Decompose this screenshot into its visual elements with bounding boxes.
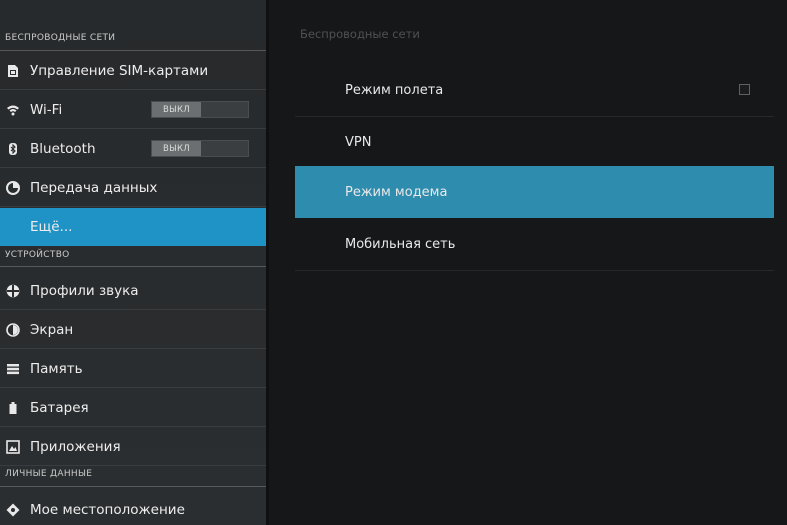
sidebar-item-display[interactable]: Экран <box>0 311 266 349</box>
toggle-knob: ВЫКЛ <box>152 102 201 117</box>
sidebar-item-label: Bluetooth <box>30 140 96 157</box>
sidebar-item-label: Управление SIM-картами <box>30 62 209 79</box>
bluetooth-icon <box>6 142 20 156</box>
pref-label: Мобильная сеть <box>345 236 456 252</box>
apps-icon <box>6 439 20 454</box>
section-header-personal: ЛИЧНЫЕ ДАННЫЕ <box>0 469 266 487</box>
divider <box>295 270 774 271</box>
sidebar-item-apps[interactable]: Приложения <box>0 428 266 466</box>
sidebar-item-bluetooth[interactable]: Bluetooth ВЫКЛ <box>0 130 266 168</box>
sidebar-item-label: Мое местоположение <box>30 502 185 518</box>
pref-label: Режим полета <box>345 82 444 98</box>
sidebar-item-sound-profiles[interactable]: Профили звука <box>0 272 266 310</box>
sidebar-item-label: Память <box>30 360 83 377</box>
sidebar-item-label: Экран <box>30 321 74 338</box>
sidebar-item-label: Wi-Fi <box>30 101 63 118</box>
sidebar-item-wifi[interactable]: Wi-Fi ВЫКЛ <box>0 91 266 129</box>
storage-icon <box>6 362 20 376</box>
sidebar-item-more[interactable]: Ещё... <box>0 208 266 246</box>
wifi-icon <box>6 103 20 117</box>
sidebar-item-sim-management[interactable]: Управление SIM-картами <box>0 52 266 90</box>
sidebar-item-battery[interactable]: Батарея <box>0 389 266 427</box>
section-header-wireless: БЕСПРОВОДНЫЕ СЕТИ <box>0 33 266 51</box>
settings-sidebar: БЕСПРОВОДНЫЕ СЕТИ Управление SIM-картами… <box>0 0 266 525</box>
sidebar-item-storage[interactable]: Память <box>0 350 266 388</box>
sim-card-icon <box>6 64 20 78</box>
airplane-mode-checkbox[interactable] <box>739 84 750 95</box>
sidebar-item-label: Приложения <box>30 438 121 455</box>
pref-mobile-network[interactable]: Мобильная сеть <box>295 218 774 270</box>
toggle-knob: ВЫКЛ <box>152 141 201 156</box>
pref-vpn[interactable]: VPN <box>295 116 774 168</box>
pref-tethering[interactable]: Режим модема <box>295 166 774 218</box>
sidebar-item-location[interactable]: Мое местоположение <box>0 491 266 525</box>
bluetooth-toggle[interactable]: ВЫКЛ <box>151 140 249 157</box>
sidebar-item-data-usage[interactable]: Передача данных <box>0 169 266 207</box>
battery-icon <box>6 401 20 415</box>
section-header-device: УСТРОЙСТВО <box>0 250 266 267</box>
sidebar-item-label: Профили звука <box>30 282 139 299</box>
pref-label: Режим модема <box>345 184 448 200</box>
sidebar-item-label: Ещё... <box>30 219 73 235</box>
sidebar-item-label: Батарея <box>30 399 89 416</box>
page-title: Беспроводные сети <box>300 27 420 41</box>
settings-screen: БЕСПРОВОДНЫЕ СЕТИ Управление SIM-картами… <box>0 0 787 525</box>
sound-icon <box>6 284 20 298</box>
display-icon <box>6 322 20 337</box>
data-usage-icon <box>6 180 20 195</box>
location-icon <box>6 503 20 517</box>
pref-airplane-mode[interactable]: Режим полета <box>295 64 774 116</box>
sidebar-item-label: Передача данных <box>30 179 158 196</box>
pref-label: VPN <box>345 134 372 150</box>
settings-detail-pane: Беспроводные сети Режим полета VPN Режим… <box>269 0 787 525</box>
wifi-toggle[interactable]: ВЫКЛ <box>151 101 249 118</box>
